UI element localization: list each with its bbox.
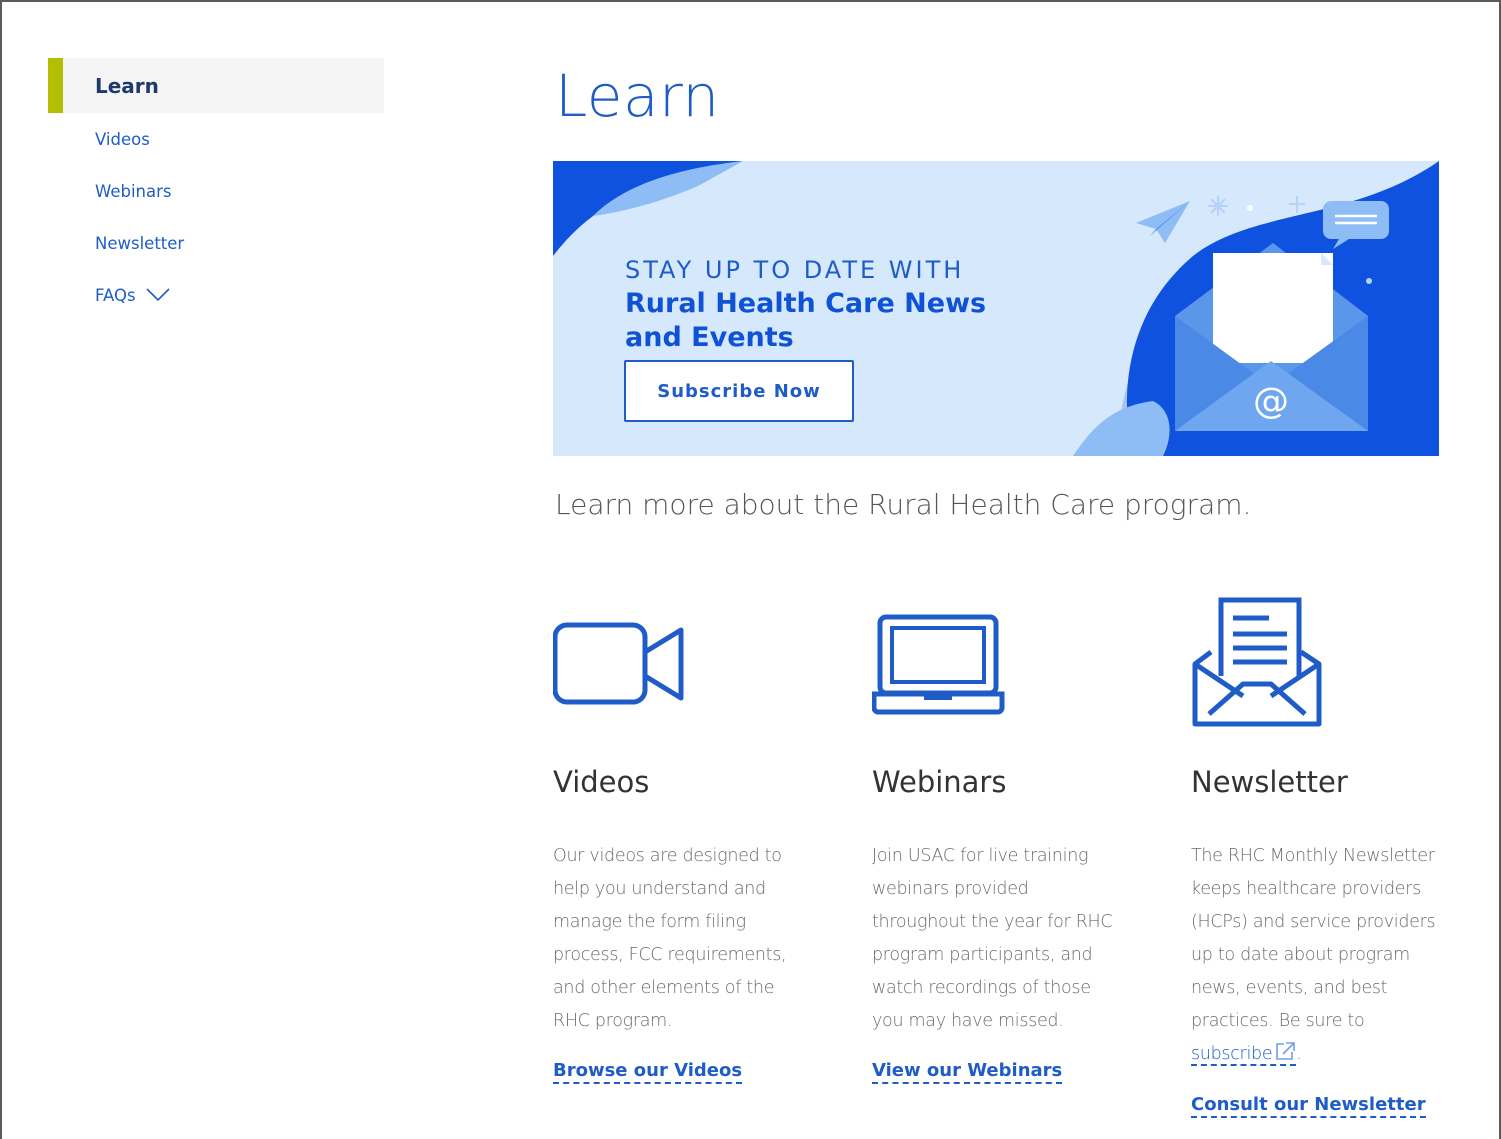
- video-camera-icon: [553, 590, 803, 740]
- sidebar-item-label: Webinars: [95, 181, 172, 201]
- svg-text:@: @: [1253, 381, 1289, 422]
- page-title: Learn: [555, 62, 720, 130]
- banner-headline: Rural Health Care News and Events: [625, 288, 987, 353]
- chevron-down-icon[interactable]: [145, 288, 170, 302]
- card-webinars: Webinars Join USAC for live training web…: [872, 590, 1122, 1084]
- card-description: Our videos are designed to help you unde…: [553, 846, 787, 1031]
- sidebar-item-label: Learn: [95, 73, 159, 98]
- sidebar-item-faqs[interactable]: FAQs: [48, 269, 384, 321]
- consult-newsletter-link[interactable]: Consult our Newsletter: [1191, 1094, 1426, 1118]
- card-videos: Videos Our videos are designed to help y…: [553, 590, 803, 1084]
- subscribe-link-label: subscribe: [1191, 1044, 1273, 1064]
- sidebar-item-label: FAQs: [95, 285, 136, 305]
- card-description-end: .: [1296, 1044, 1302, 1064]
- laptop-icon: [872, 590, 1122, 740]
- sidebar-item-label: Videos: [95, 129, 150, 149]
- view-webinars-link[interactable]: View our Webinars: [872, 1060, 1063, 1084]
- card-title: Webinars: [872, 765, 1007, 799]
- subscribe-now-button[interactable]: Subscribe Now: [624, 360, 854, 422]
- external-link-icon: [1276, 1042, 1296, 1060]
- card-description-text: The RHC Monthly Newsletter keeps healthc…: [1191, 846, 1436, 1031]
- intro-text: Learn more about the Rural Health Care p…: [555, 488, 1252, 521]
- sidebar-item-newsletter[interactable]: Newsletter: [48, 217, 384, 269]
- sidebar-item-label: Newsletter: [95, 233, 185, 253]
- card-description: The RHC Monthly Newsletter keeps healthc…: [1191, 840, 1441, 1071]
- browse-videos-link[interactable]: Browse our Videos: [553, 1060, 743, 1084]
- subscribe-link[interactable]: subscribe: [1191, 1042, 1297, 1066]
- sidebar-item-videos[interactable]: Videos: [48, 113, 384, 165]
- card-newsletter: Newsletter The RHC Monthly Newsletter ke…: [1191, 590, 1441, 1118]
- card-title: Videos: [553, 765, 650, 799]
- sidebar-nav: Learn Videos Webinars Newsletter FAQs: [48, 58, 384, 321]
- card-title: Newsletter: [1191, 765, 1348, 799]
- card-description: Join USAC for live training webinars pro…: [872, 846, 1113, 1031]
- newsletter-banner: @ STAY UP TO DATE WITH Rural Health Care…: [553, 161, 1439, 456]
- envelope-letter-icon: [1191, 590, 1441, 740]
- sidebar-item-webinars[interactable]: Webinars: [48, 165, 384, 217]
- sidebar-item-learn[interactable]: Learn: [48, 58, 384, 113]
- banner-kicker: STAY UP TO DATE WITH: [625, 256, 965, 284]
